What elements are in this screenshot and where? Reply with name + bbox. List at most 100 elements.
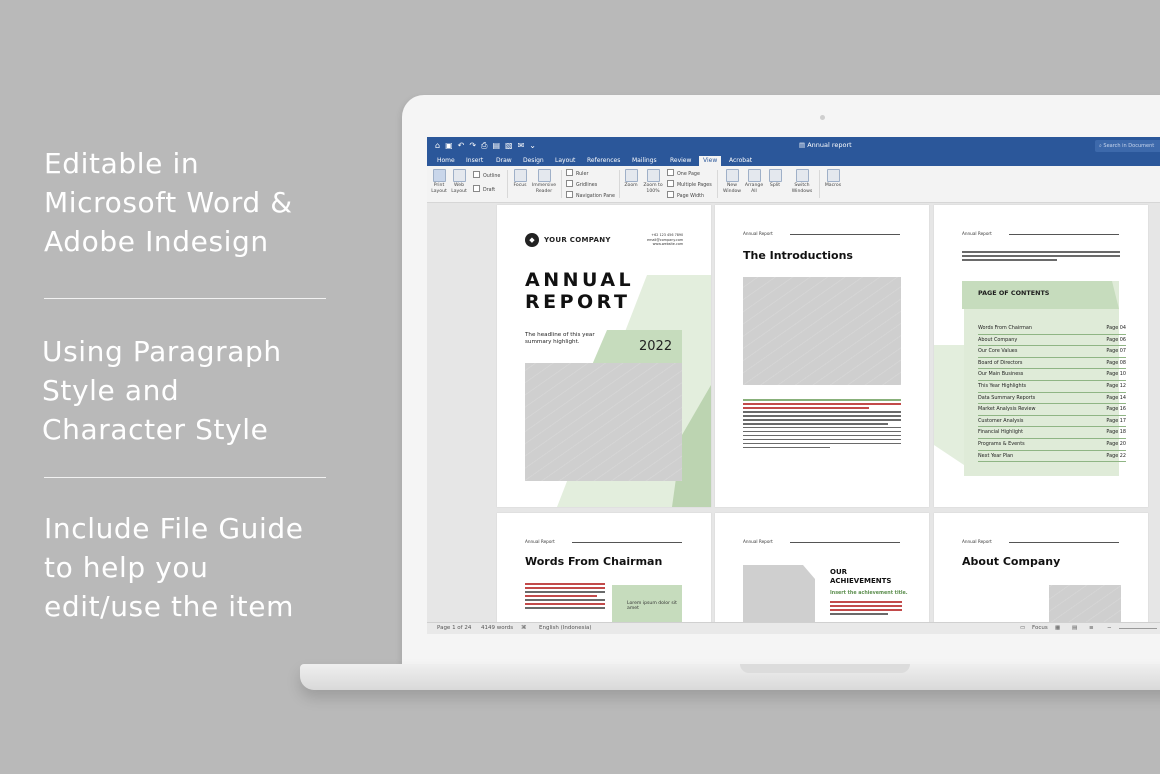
save-icon[interactable]: ▣ [445, 140, 453, 151]
outline-view-icon[interactable]: ≡ [1089, 625, 1094, 631]
arrange-all-button[interactable]: Arrange All [744, 169, 764, 194]
toc-row[interactable]: Customer Analysis Page 17 [978, 416, 1126, 428]
toc-row-page: Page 10 [1106, 371, 1126, 378]
cover-image-placeholder [525, 363, 682, 481]
macros-button[interactable]: Macros [823, 169, 843, 189]
tab-draw[interactable]: Draw [496, 157, 512, 165]
toc-row[interactable]: Our Main Business Page 10 [978, 369, 1126, 381]
page-contents[interactable]: Annual Report PAGE OF CONTENTS Words Fro… [934, 205, 1148, 507]
focus-button[interactable]: Focus [511, 169, 529, 189]
print-layout-button[interactable]: Print Layout [430, 169, 448, 194]
toc-row[interactable]: Next Year Plan Page 22 [978, 451, 1126, 463]
document-canvas[interactable]: ◆ YOUR COMPANY +62 123 456 7890 email@co… [427, 203, 1160, 622]
toc-row[interactable]: Programs & Events Page 20 [978, 439, 1126, 451]
title-bar: ⌂ ▣ ↶ ↷ ⎙ ▤ ▧ ✉ ⌄ ▤ Annual report ⌕ Sear… [427, 137, 1160, 155]
about-title: About Company [962, 555, 1061, 568]
ribbon-tabs: Home Insert Draw Design Layout Reference… [427, 155, 1160, 166]
toc-row[interactable]: This Year Highlights Page 12 [978, 381, 1126, 393]
achievements-body-text [830, 601, 902, 617]
tab-references[interactable]: References [587, 157, 620, 165]
zoom-100-button[interactable]: Zoom to 100% [642, 169, 664, 194]
toc-row[interactable]: Our Core Values Page 07 [978, 346, 1126, 358]
feature-file-guide: Include File Guide to help you edit/use … [44, 512, 304, 623]
achievements-subtitle: Insert the achievement title. [830, 591, 908, 596]
toc-row[interactable]: Data Summary Reports Page 14 [978, 393, 1126, 405]
word-count[interactable]: 4149 words [481, 625, 513, 631]
page-header-label: Annual Report [525, 539, 555, 544]
page-introductions[interactable]: Annual Report The Introductions [715, 205, 929, 507]
outline-button[interactable]: Outline [473, 171, 500, 179]
undo-icon[interactable]: ↶ [458, 140, 465, 151]
toc-row[interactable]: Financial Highlight Page 18 [978, 427, 1126, 439]
chevron-down-icon[interactable]: ⌄ [529, 140, 536, 151]
toc-row-label: This Year Highlights [978, 383, 1027, 389]
language[interactable]: English (Indonesia) [539, 625, 592, 631]
page-achievements[interactable]: Annual Report OUR ACHIEVEMENTS Insert th… [715, 513, 929, 622]
toc-row[interactable]: Board of Directors Page 08 [978, 358, 1126, 370]
ruler-checkbox[interactable]: Ruler [566, 169, 588, 177]
toc-row-label: Our Main Business [978, 371, 1024, 378]
header-rule [790, 542, 900, 543]
redo-icon[interactable]: ↷ [469, 140, 476, 151]
focus-mode-label[interactable]: Focus [1032, 625, 1048, 631]
divider [44, 298, 326, 299]
print-layout-view-icon[interactable]: ▦ [1055, 625, 1060, 631]
home-icon[interactable]: ⌂ [435, 140, 440, 151]
tab-design[interactable]: Design [523, 157, 544, 165]
page-about[interactable]: Annual Report About Company [934, 513, 1148, 622]
page-cover[interactable]: ◆ YOUR COMPANY +62 123 456 7890 email@co… [497, 205, 711, 507]
page-count[interactable]: Page 1 of 24 [437, 625, 471, 631]
mail-icon[interactable]: ✉ [518, 140, 525, 151]
print-icon[interactable]: ⎙ [481, 140, 487, 151]
gridlines-checkbox[interactable]: Gridlines [566, 180, 597, 188]
tab-review[interactable]: Review [670, 157, 691, 165]
company-logo-icon: ◆ [525, 233, 539, 247]
zoom-slider[interactable] [1119, 628, 1157, 629]
web-layout-button[interactable]: Web Layout [450, 169, 468, 194]
laptop-notch [740, 664, 910, 673]
tab-mailings[interactable]: Mailings [632, 157, 657, 165]
cover-year: 2022 [639, 339, 673, 354]
toc-row-page: Page 20 [1106, 441, 1126, 447]
document-icon[interactable]: ▤ [492, 140, 500, 151]
tab-layout[interactable]: Layout [555, 157, 575, 165]
camera [820, 115, 825, 120]
image-icon[interactable]: ▧ [505, 140, 513, 151]
word-doc-icon: ▤ [799, 141, 808, 149]
split-icon [768, 169, 782, 182]
divider [44, 477, 326, 478]
new-window-button[interactable]: New Window [722, 169, 742, 194]
focus-mode-icon[interactable]: ▭ [1020, 625, 1025, 631]
switch-windows-button[interactable]: Switch Windows [789, 169, 815, 194]
search-input[interactable]: ⌕ Search in Document [1095, 140, 1160, 152]
intro-title: The Introductions [743, 249, 853, 262]
toc-row-page: Page 04 [1106, 325, 1126, 331]
page-chairman[interactable]: Annual Report Words From Chairman Lorem … [497, 513, 711, 622]
cover-title: ANNUAL REPORT [525, 269, 635, 313]
split-button[interactable]: Split [766, 169, 784, 189]
tab-acrobat[interactable]: Acrobat [729, 157, 752, 165]
toc-row-page: Page 14 [1106, 394, 1126, 401]
page-header-label: Annual Report [962, 231, 992, 236]
zoom-out-icon[interactable]: − [1107, 625, 1112, 631]
tab-view[interactable]: View [699, 156, 722, 166]
toc-row-label: Board of Directors [978, 359, 1023, 366]
toc-row-label: Market Analysis Review [978, 406, 1036, 413]
proofing-icon[interactable]: ⌘ [521, 625, 527, 631]
page-width-button[interactable]: Page Width [667, 191, 704, 199]
multiple-pages-button[interactable]: Multiple Pages [667, 180, 712, 188]
tab-insert[interactable]: Insert [466, 157, 483, 165]
tab-home[interactable]: Home [437, 157, 455, 165]
toc-row-label: Our Core Values [978, 348, 1018, 355]
draft-button[interactable]: Draft [473, 185, 495, 193]
one-page-button[interactable]: One Page [667, 169, 700, 177]
web-layout-view-icon[interactable]: ▤ [1072, 625, 1077, 631]
navigation-pane-checkbox[interactable]: Navigation Pane [566, 191, 615, 199]
status-bar: Page 1 of 24 4149 words ⌘ English (Indon… [427, 622, 1160, 634]
page-header-label: Annual Report [743, 231, 773, 236]
toc-row[interactable]: Words From Chairman Page 04 [978, 323, 1126, 335]
immersive-reader-button[interactable]: Immersive Reader [531, 169, 557, 194]
toc-row[interactable]: About Company Page 06 [978, 335, 1126, 347]
toc-row[interactable]: Market Analysis Review Page 16 [978, 404, 1126, 416]
zoom-button[interactable]: Zoom [622, 169, 640, 189]
